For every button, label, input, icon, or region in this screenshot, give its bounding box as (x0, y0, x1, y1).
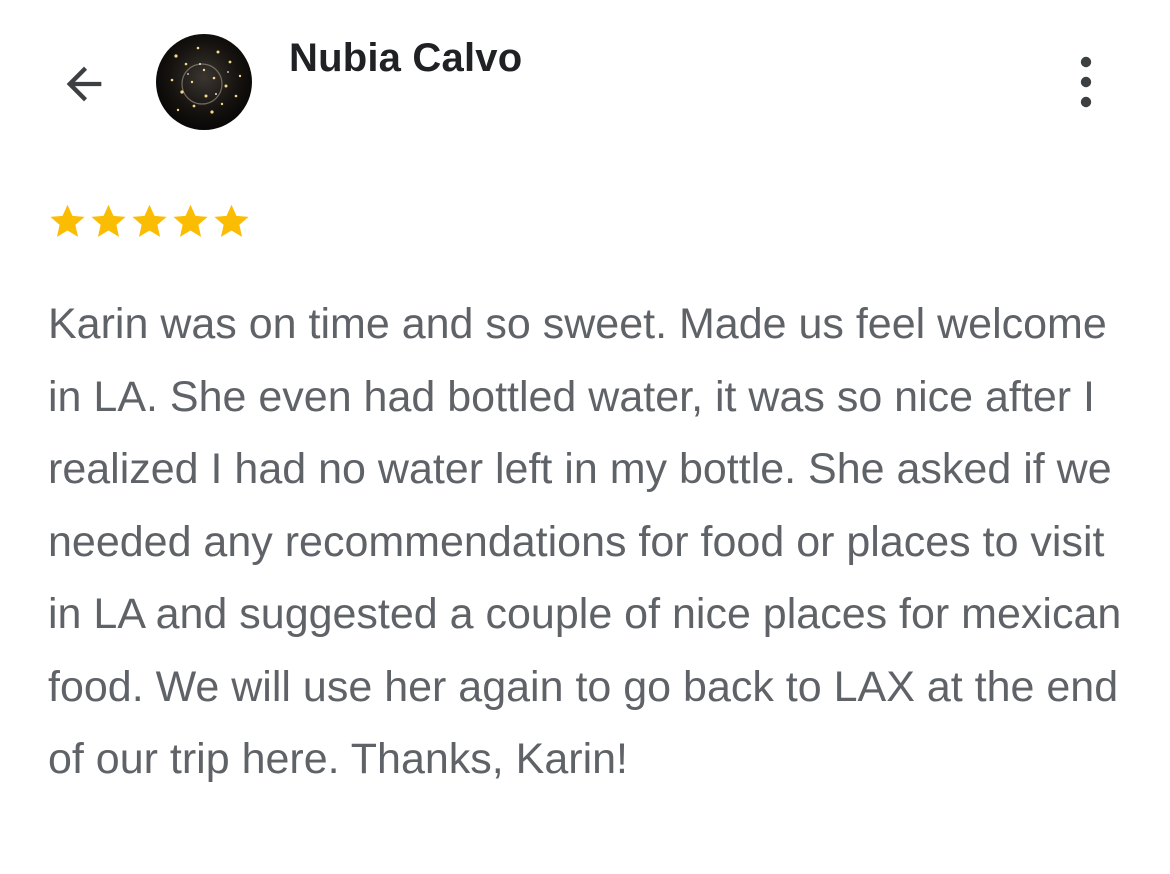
review-text: Karin was on time and so sweet. Made us … (48, 300, 1122, 783)
star-icon (173, 204, 208, 237)
avatar[interactable] (156, 34, 252, 130)
star-icon (214, 204, 249, 237)
star-icon (91, 204, 126, 237)
avatar-image (156, 34, 252, 130)
star-rating (47, 201, 252, 242)
star-icon (50, 204, 85, 237)
more-vertical-icon (1080, 56, 1092, 108)
back-button[interactable] (52, 52, 116, 116)
more-options-button[interactable] (1062, 52, 1110, 112)
star-icon (132, 204, 167, 237)
arrow-left-icon (66, 66, 102, 102)
review-detail-page: Nubia Calvo Karin was on time and so swe… (0, 0, 1170, 874)
reviewer-name[interactable]: Nubia Calvo (289, 36, 522, 81)
